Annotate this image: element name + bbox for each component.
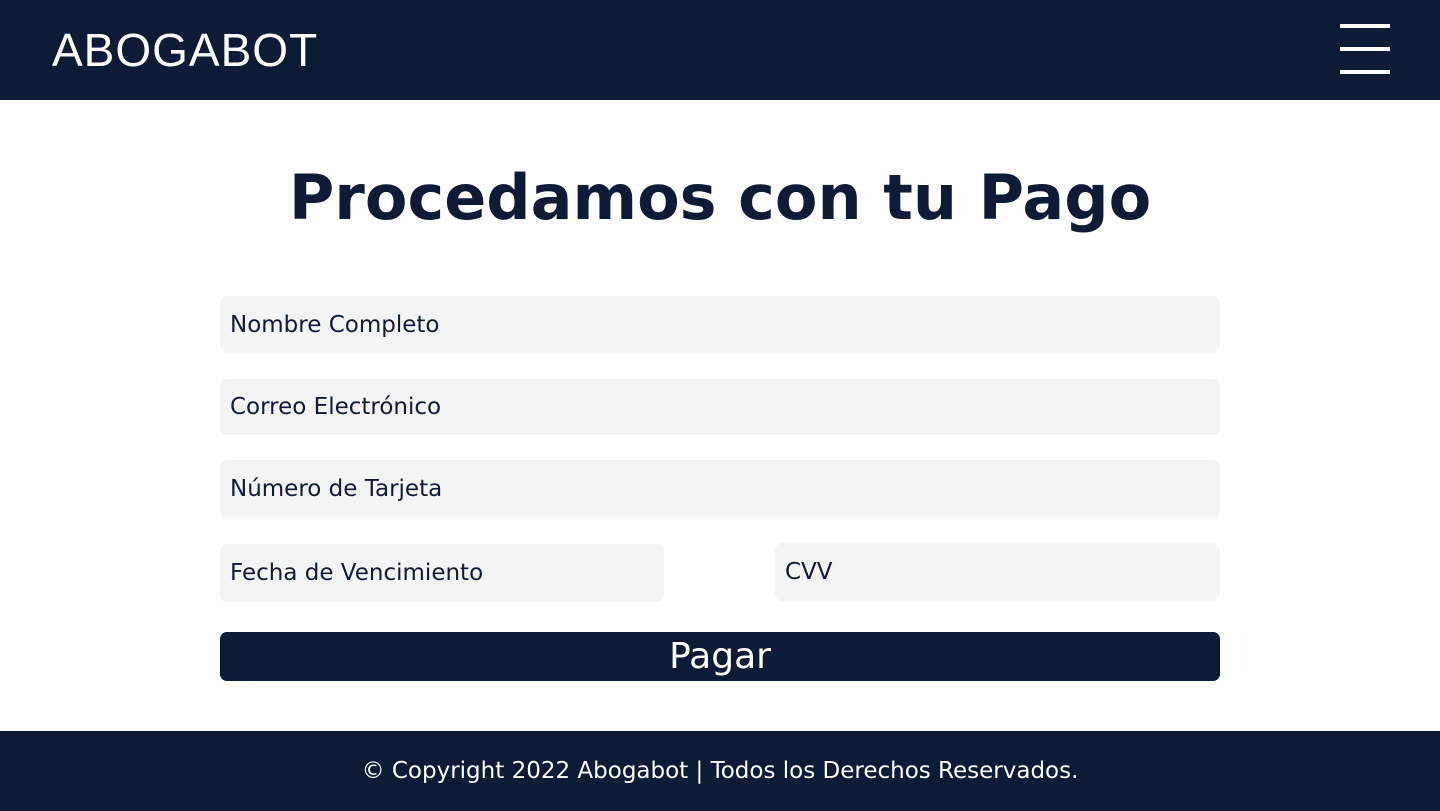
card-number-input[interactable]: [220, 460, 1220, 518]
page-title: Procedamos con tu Pago: [288, 161, 1152, 234]
pay-button[interactable]: Pagar: [220, 632, 1220, 681]
menu-line: [1340, 70, 1390, 74]
copyright-text: © Copyright 2022 Abogabot | Todos los De…: [361, 758, 1079, 784]
full-name-input[interactable]: [220, 296, 1220, 353]
menu-line: [1340, 24, 1390, 28]
email-input[interactable]: [220, 379, 1220, 435]
logo[interactable]: ABOGABOT: [52, 24, 318, 76]
expiry-date-input[interactable]: [220, 544, 664, 602]
site-footer: © Copyright 2022 Abogabot | Todos los De…: [0, 731, 1440, 811]
hamburger-menu-icon[interactable]: [1340, 24, 1390, 76]
menu-line: [1340, 47, 1390, 51]
cvv-input[interactable]: [775, 543, 1220, 601]
site-header: ABOGABOT: [0, 0, 1440, 100]
